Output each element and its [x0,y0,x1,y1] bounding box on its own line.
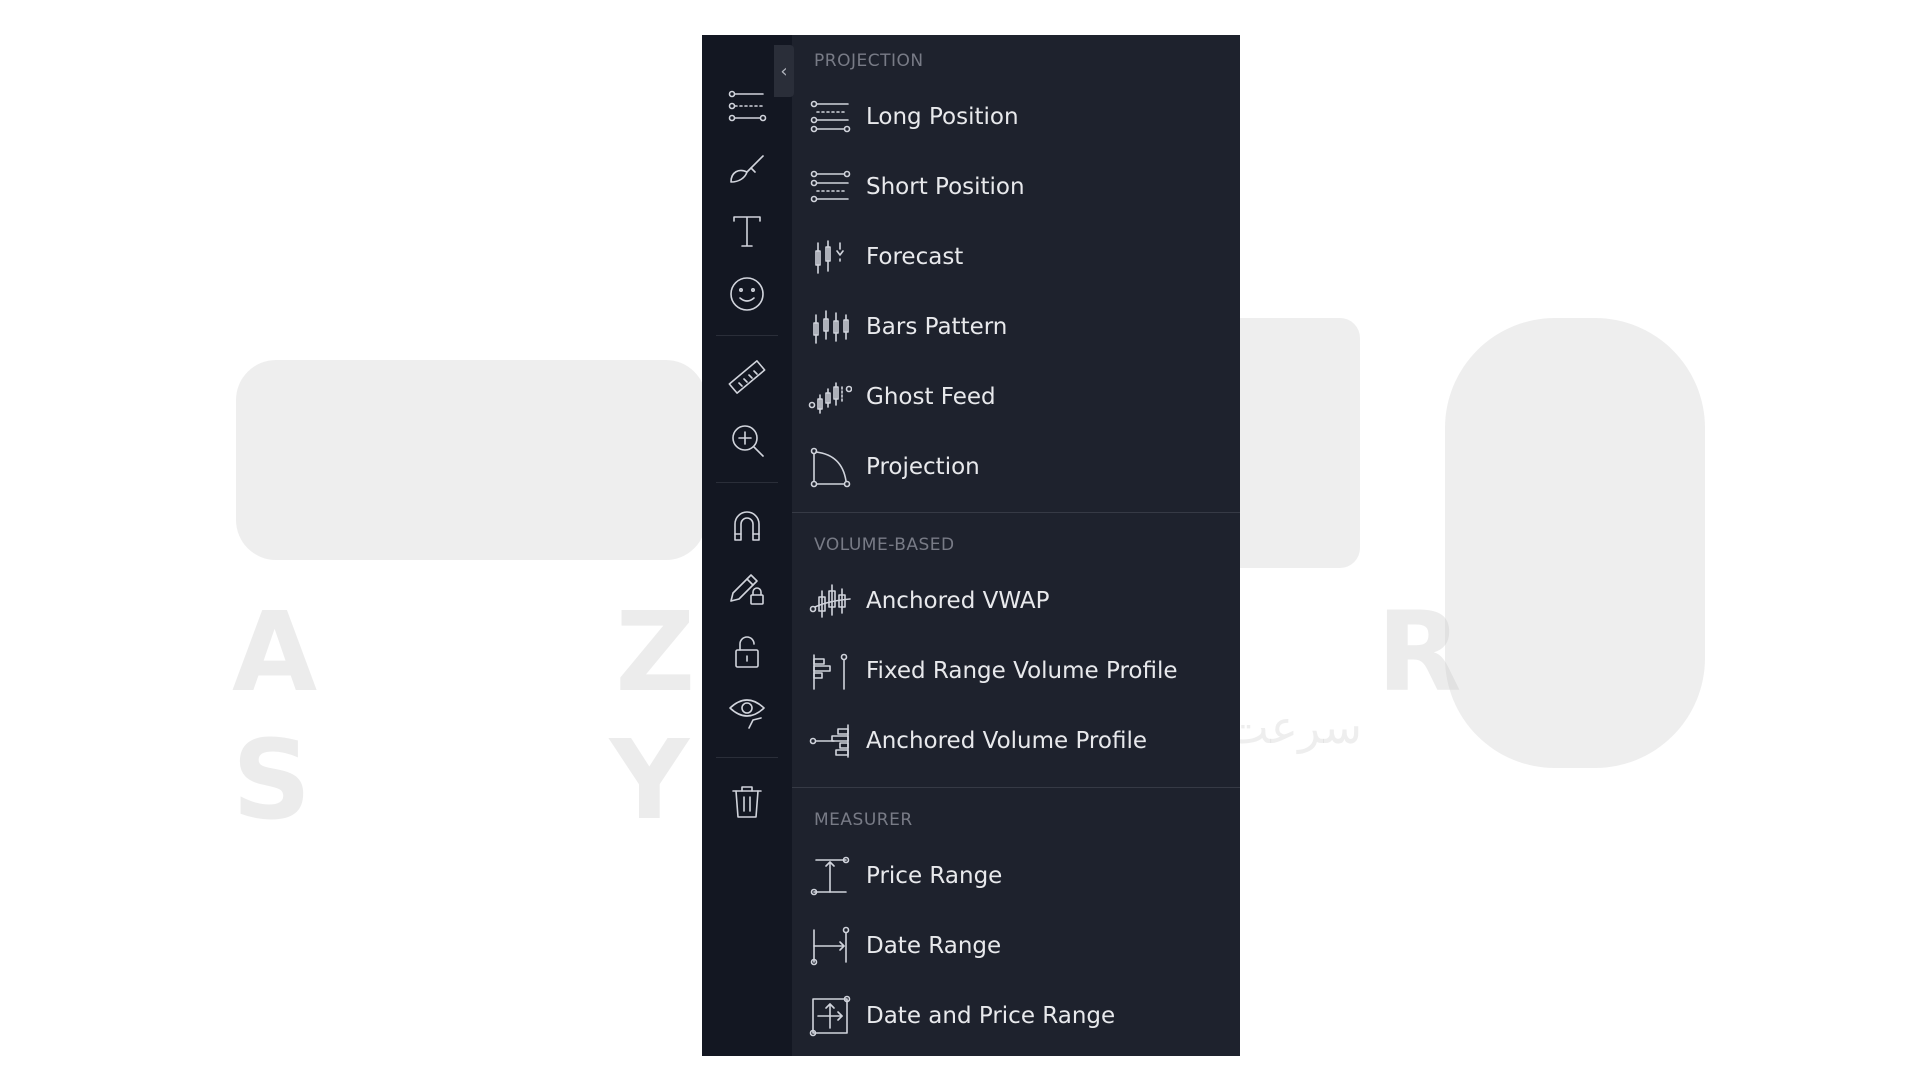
section-title-measurer: MEASURER [814,810,913,830]
menu-item-anchored-vwap[interactable]: Anchored VWAP [792,570,1240,632]
menu-item-price-range[interactable]: Price Range [792,845,1240,907]
text-icon[interactable] [721,205,773,257]
menu-item-date-range[interactable]: Date Range [792,915,1240,977]
menu-item-label: Bars Pattern [866,314,1008,340]
date-and-price-range-icon [808,994,852,1038]
section-title-volume-based: VOLUME-BASED [814,535,955,555]
lock-icon[interactable] [721,626,773,678]
trend-line-tools-icon[interactable] [721,81,773,133]
menu-item-label: Anchored VWAP [866,588,1050,614]
eye-icon[interactable] [721,686,773,738]
fixed-range-volume-profile-icon [808,649,852,693]
bars-pattern-icon [808,305,852,349]
ghost-feed-icon [808,375,852,419]
price-range-icon [808,854,852,898]
collapse-panel-button[interactable]: ‹ [774,45,794,97]
menu-item-label: Forecast [866,244,964,270]
lock-drawing-icon[interactable] [721,563,773,615]
brush-icon[interactable] [721,142,773,194]
menu-item-label: Date and Price Range [866,1003,1116,1029]
menu-item-label: Short Position [866,174,1025,200]
menu-item-label: Ghost Feed [866,384,996,410]
anchored-vwap-icon [808,579,852,623]
menu-item-label: Long Position [866,104,1019,130]
menu-item-ghost-feed[interactable]: Ghost Feed [792,366,1240,428]
projection-icon [808,445,852,489]
menu-item-projection[interactable]: Projection [792,436,1240,498]
menu-item-anchored-volume-profile[interactable]: Anchored Volume Profile [792,710,1240,772]
menu-item-label: Fixed Range Volume Profile [866,658,1178,684]
zoom-in-icon[interactable] [721,414,773,466]
drawing-tools-panel: ‹ PROJECTION Long Position Short Positio… [702,35,1240,1056]
trash-icon[interactable] [721,775,773,827]
menu-item-forecast[interactable]: Forecast [792,226,1240,288]
anchored-volume-profile-icon [808,719,852,763]
drawing-tools-menu: PROJECTION Long Position Short Position … [792,35,1240,1056]
menu-item-label: Anchored Volume Profile [866,728,1147,754]
ruler-icon[interactable] [721,351,773,403]
left-toolbar: ‹ [702,35,794,1056]
menu-item-label: Date Range [866,933,1002,959]
menu-item-label: Price Range [866,863,1003,889]
menu-item-fixed-range-volume-profile[interactable]: Fixed Range Volume Profile [792,640,1240,702]
menu-item-date-and-price-range[interactable]: Date and Price Range [792,985,1240,1047]
magnet-icon[interactable] [721,500,773,552]
section-title-projection: PROJECTION [814,51,924,71]
menu-item-label: Projection [866,454,980,480]
long-position-icon [808,95,852,139]
date-range-icon [808,924,852,968]
short-position-icon [808,165,852,209]
menu-item-long-position[interactable]: Long Position [792,86,1240,148]
forecast-icon [808,235,852,279]
menu-item-short-position[interactable]: Short Position [792,156,1240,218]
emoji-icon[interactable] [721,268,773,320]
menu-item-bars-pattern[interactable]: Bars Pattern [792,296,1240,358]
